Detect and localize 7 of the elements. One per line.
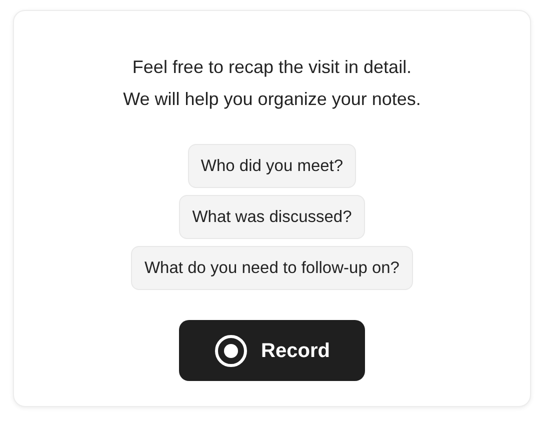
intro-text: We will help you organize your notes. [123, 88, 421, 111]
prompt-chip[interactable]: Who did you meet? [188, 144, 356, 188]
record-icon [214, 334, 248, 368]
record-button[interactable]: Record [179, 320, 365, 381]
intro-text: Feel free to recap the visit in detail. [132, 56, 412, 79]
prompt-chip[interactable]: What was discussed? [179, 195, 365, 239]
prompt-chip[interactable]: What do you need to follow-up on? [131, 246, 412, 290]
